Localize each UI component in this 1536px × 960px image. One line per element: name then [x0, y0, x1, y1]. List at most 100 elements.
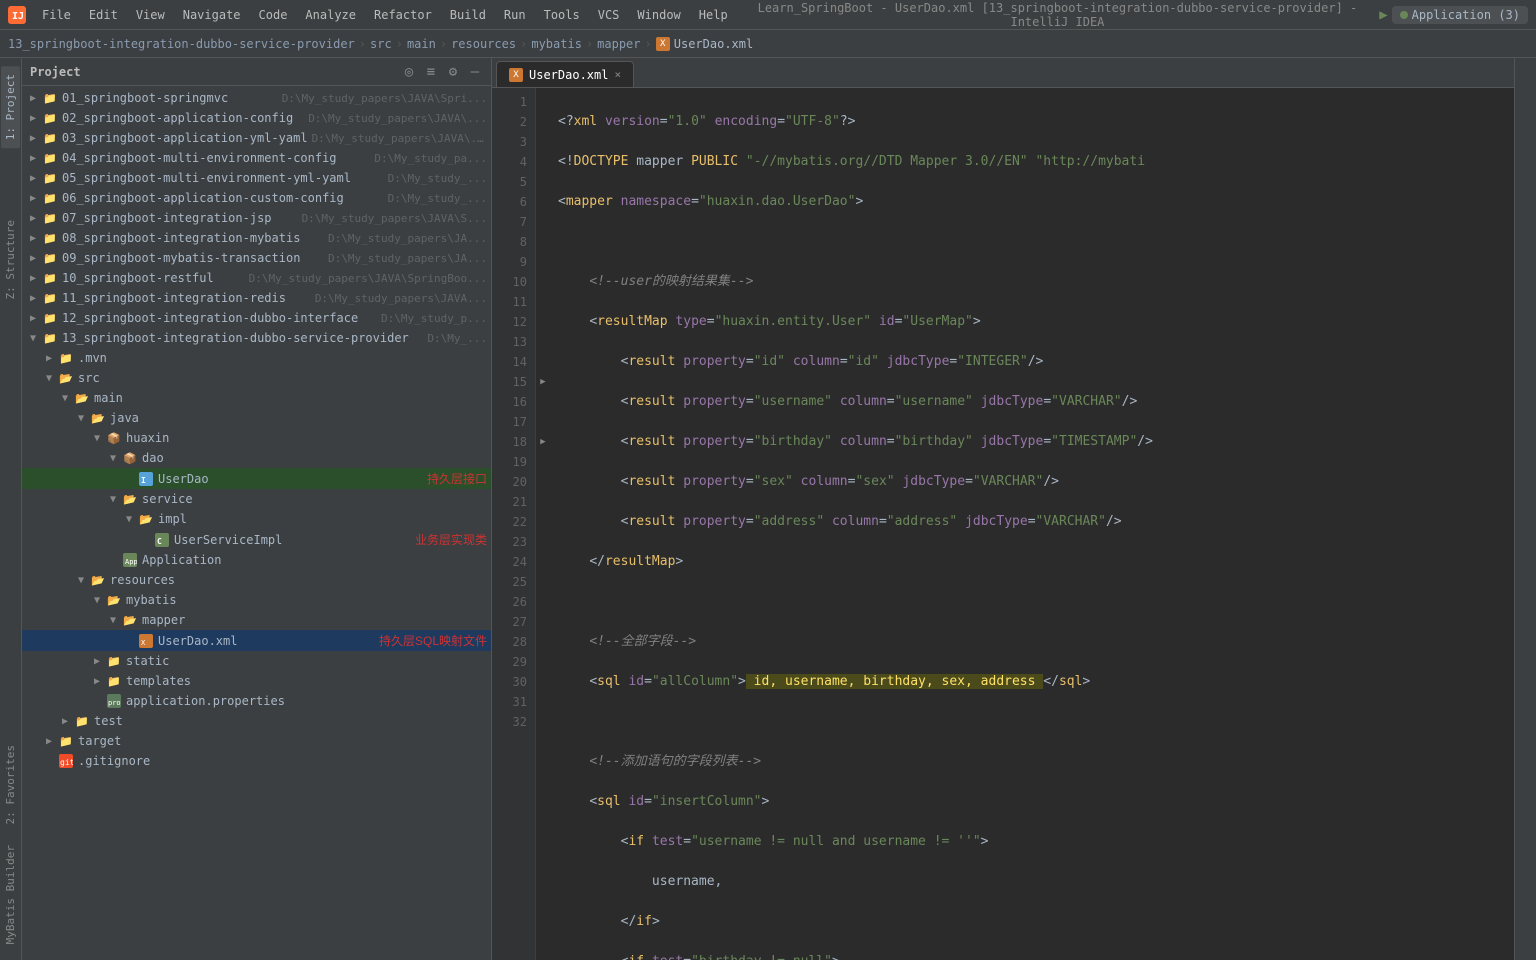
tree-arrow-02[interactable]: ▶ [30, 113, 42, 124]
tree-item-09[interactable]: ▶ 📁 09_springboot-mybatis-transaction D:… [22, 248, 491, 268]
tree-item-huaxin[interactable]: ▼ 📦 huaxin [22, 428, 491, 448]
locate-file-icon[interactable]: ◎ [401, 64, 417, 80]
breadcrumb-resources[interactable]: resources [451, 37, 516, 51]
mybatis-builder-tab[interactable]: MyBatis Builder [1, 837, 20, 952]
tree-arrow-templates[interactable]: ▶ [94, 676, 106, 687]
tree-arrow-huaxin[interactable]: ▼ [94, 433, 106, 444]
tree-arrow-07[interactable]: ▶ [30, 213, 42, 224]
tree-arrow-mapper[interactable]: ▼ [110, 615, 122, 626]
editor-tab-userdaoxml[interactable]: X UserDao.xml × [496, 61, 634, 87]
tree-label-application: Application [142, 553, 487, 567]
tree-arrow-java[interactable]: ▼ [78, 413, 90, 424]
breadcrumb-src[interactable]: src [370, 37, 392, 51]
tree-arrow-service[interactable]: ▼ [110, 494, 122, 505]
tree-item-service[interactable]: ▼ 📂 service [22, 489, 491, 509]
tree-arrow-main[interactable]: ▼ [62, 393, 74, 404]
tree-item-dao[interactable]: ▼ 📦 dao [22, 448, 491, 468]
tree-item-src[interactable]: ▼ 📂 src [22, 368, 491, 388]
code-content[interactable]: <?xml version="1.0" encoding="UTF-8"?> <… [550, 88, 1514, 960]
tree-item-mvn[interactable]: ▶ 📁 .mvn [22, 348, 491, 368]
tree-arrow-static[interactable]: ▶ [94, 656, 106, 667]
tree-item-06[interactable]: ▶ 📁 06_springboot-application-custom-con… [22, 188, 491, 208]
tree-arrow-13[interactable]: ▼ [30, 333, 42, 344]
tree-arrow-01[interactable]: ▶ [30, 93, 42, 104]
tree-item-05[interactable]: ▶ 📁 05_springboot-multi-environment-yml-… [22, 168, 491, 188]
tree-item-02[interactable]: ▶ 📁 02_springboot-application-config D:\… [22, 108, 491, 128]
breadcrumb-project[interactable]: 13_springboot-integration-dubbo-service-… [8, 37, 355, 51]
editor-gutter[interactable]: ▶ ▶ [536, 88, 550, 960]
menu-analyze[interactable]: Analyze [297, 6, 364, 24]
tree-arrow-resources[interactable]: ▼ [78, 575, 90, 586]
menu-refactor[interactable]: Refactor [366, 6, 440, 24]
menu-edit[interactable]: Edit [81, 6, 126, 24]
tab-close-icon[interactable]: × [614, 68, 621, 81]
tree-arrow-impl[interactable]: ▼ [126, 514, 138, 525]
breadcrumb-main[interactable]: main [407, 37, 436, 51]
tree-arrow-mvn[interactable]: ▶ [46, 353, 58, 364]
tree-arrow-08[interactable]: ▶ [30, 233, 42, 244]
code-editor[interactable]: 1 2 3 4 5 6 7 8 9 10 11 12 13 14 15 16 1… [492, 88, 1514, 960]
menu-window[interactable]: Window [629, 6, 688, 24]
tree-arrow-src[interactable]: ▼ [46, 373, 58, 384]
tree-arrow-10[interactable]: ▶ [30, 273, 42, 284]
tree-item-mapper[interactable]: ▼ 📂 mapper [22, 610, 491, 630]
tree-item-resources[interactable]: ▼ 📂 resources [22, 570, 491, 590]
tree-item-08[interactable]: ▶ 📁 08_springboot-integration-mybatis D:… [22, 228, 491, 248]
tree-arrow-05[interactable]: ▶ [30, 173, 42, 184]
code-line-12: </resultMap> [558, 552, 1506, 572]
project-tree[interactable]: ▶ 📁 01_springboot-springmvc D:\My_study_… [22, 86, 491, 960]
favorites-tab[interactable]: 2: Favorites [1, 737, 20, 832]
tree-arrow-04[interactable]: ▶ [30, 153, 42, 164]
menu-help[interactable]: Help [691, 6, 736, 24]
menu-vcs[interactable]: VCS [590, 6, 628, 24]
menu-run[interactable]: Run [496, 6, 534, 24]
breadcrumb-mapper[interactable]: mapper [597, 37, 640, 51]
tree-item-java[interactable]: ▼ 📂 java [22, 408, 491, 428]
tree-item-test[interactable]: ▶ 📁 test [22, 711, 491, 731]
tree-arrow-09[interactable]: ▶ [30, 253, 42, 264]
tree-path-03: D:\My_study_papers\JAVA\... [312, 132, 487, 145]
tree-item-main[interactable]: ▼ 📂 main [22, 388, 491, 408]
tree-item-application[interactable]: ▶ App Application [22, 550, 491, 570]
tree-item-userdaoxml[interactable]: ▶ X UserDao.xml 持久层SQL映射文件 [22, 630, 491, 651]
tree-item-appprops[interactable]: ▶ prop application.properties [22, 691, 491, 711]
tree-item-10[interactable]: ▶ 📁 10_springboot-restful D:\My_study_pa… [22, 268, 491, 288]
settings-icon[interactable]: ⚙ [445, 64, 461, 80]
tree-arrow-06[interactable]: ▶ [30, 193, 42, 204]
menu-file[interactable]: File [34, 6, 79, 24]
tree-item-impl[interactable]: ▼ 📂 impl [22, 509, 491, 529]
tree-item-13[interactable]: ▼ 📁 13_springboot-integration-dubbo-serv… [22, 328, 491, 348]
tree-item-12[interactable]: ▶ 📁 12_springboot-integration-dubbo-inte… [22, 308, 491, 328]
tree-item-07[interactable]: ▶ 📁 07_springboot-integration-jsp D:\My_… [22, 208, 491, 228]
breadcrumb-mybatis[interactable]: mybatis [531, 37, 582, 51]
tree-arrow-target[interactable]: ▶ [46, 736, 58, 747]
menu-navigate[interactable]: Navigate [175, 6, 249, 24]
tree-item-01[interactable]: ▶ 📁 01_springboot-springmvc D:\My_study_… [22, 88, 491, 108]
close-panel-icon[interactable]: — [467, 64, 483, 80]
tree-arrow-test[interactable]: ▶ [62, 716, 74, 727]
project-tab[interactable]: 1: Project [1, 66, 20, 148]
tree-arrow-03[interactable]: ▶ [30, 133, 42, 144]
menu-code[interactable]: Code [251, 6, 296, 24]
tree-arrow-dao[interactable]: ▼ [110, 453, 122, 464]
tree-item-static[interactable]: ▶ 📁 static [22, 651, 491, 671]
tree-item-04[interactable]: ▶ 📁 04_springboot-multi-environment-conf… [22, 148, 491, 168]
tree-arrow-mybatis[interactable]: ▼ [94, 595, 106, 606]
tree-arrow-11[interactable]: ▶ [30, 293, 42, 304]
menu-tools[interactable]: Tools [536, 6, 588, 24]
tree-item-gitignore[interactable]: ▶ git .gitignore [22, 751, 491, 771]
tree-item-target[interactable]: ▶ 📁 target [22, 731, 491, 751]
tree-item-templates[interactable]: ▶ 📁 templates [22, 671, 491, 691]
menu-build[interactable]: Build [442, 6, 494, 24]
collapse-all-icon[interactable]: ≡ [423, 64, 439, 80]
run-configuration-widget[interactable]: Application (3) [1392, 6, 1528, 24]
tree-item-userserviceimpl[interactable]: ▶ C UserServiceImpl 业务层实现类 [22, 529, 491, 550]
tree-item-mybatis[interactable]: ▼ 📂 mybatis [22, 590, 491, 610]
structure-tab[interactable]: Z: Structure [1, 212, 20, 307]
tree-item-userdao[interactable]: ▶ I UserDao 持久层接口 [22, 468, 491, 489]
tree-item-03[interactable]: ▶ 📁 03_springboot-application-yml-yaml D… [22, 128, 491, 148]
breadcrumb-file[interactable]: UserDao.xml [674, 37, 753, 51]
menu-view[interactable]: View [128, 6, 173, 24]
tree-arrow-12[interactable]: ▶ [30, 313, 42, 324]
tree-item-11[interactable]: ▶ 📁 11_springboot-integration-redis D:\M… [22, 288, 491, 308]
